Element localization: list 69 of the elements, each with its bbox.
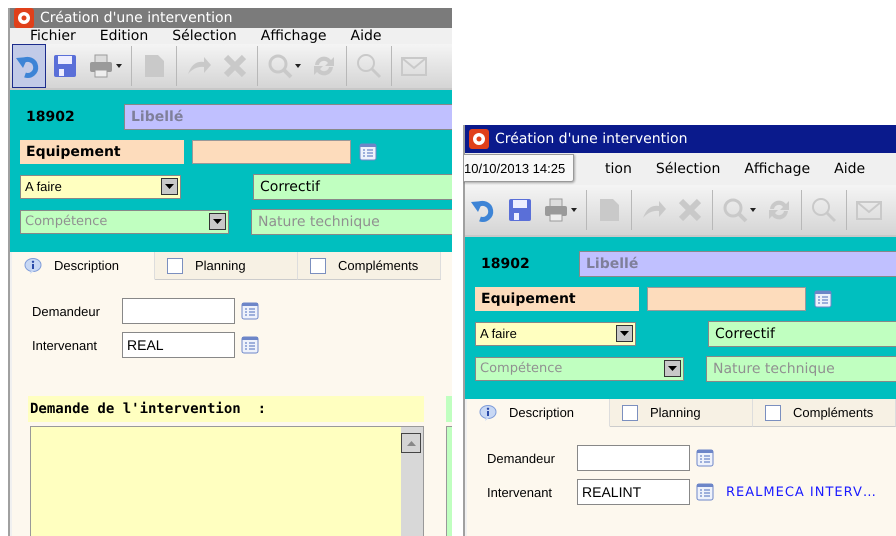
tab[interactable]: Planning: [610, 399, 753, 427]
tab[interactable]: Compléments: [753, 399, 896, 427]
menu-item[interactable]: Sélection: [644, 161, 732, 177]
field-label: Demandeur: [32, 304, 101, 318]
checkbox[interactable]: [765, 404, 781, 420]
requester-field[interactable]: [122, 298, 235, 324]
dropdown-arrow-icon: [165, 184, 174, 190]
record-number: 18902: [25, 108, 76, 124]
checkbox[interactable]: [622, 404, 638, 420]
status-dropdown[interactable]: A faire: [20, 174, 181, 198]
printer-icon: [542, 196, 570, 224]
search-icon: [810, 196, 838, 224]
caret-icon: [115, 62, 123, 70]
undo-button[interactable]: [12, 44, 46, 88]
window-title: Création d'une intervention: [495, 131, 688, 147]
type-field[interactable]: Correctif: [253, 174, 452, 200]
list-icon: [359, 142, 377, 160]
printer-icon: [87, 52, 115, 80]
menu-item[interactable]: Affichage: [732, 161, 822, 177]
caret-icon: [570, 206, 578, 214]
caret-icon: [749, 206, 757, 214]
scrollbar[interactable]: [401, 427, 423, 536]
info-icon: [479, 404, 497, 420]
info-icon: [24, 258, 42, 274]
list-icon: [814, 290, 832, 308]
equipment-label: Equipement: [475, 286, 639, 310]
technician-field[interactable]: REALINT: [577, 479, 690, 505]
list-icon: [696, 483, 714, 501]
magnifier-icon: [266, 52, 294, 80]
magnifier-icon: [721, 196, 749, 224]
search-icon: [355, 52, 383, 80]
type-field[interactable]: Correctif: [708, 320, 896, 346]
equipment-label: Equipement: [20, 140, 184, 164]
app-logo-icon: [469, 129, 489, 149]
menu-item[interactable]: Edition: [88, 28, 160, 44]
dropdown-arrow-icon: [620, 330, 629, 336]
record-number: 18902: [480, 256, 531, 272]
equipment-field[interactable]: [647, 286, 806, 310]
menu-item[interactable]: Fichier: [18, 28, 88, 44]
requester-field[interactable]: [577, 445, 690, 471]
list-icon: [241, 302, 259, 320]
app-logo-icon: [14, 8, 34, 28]
field-label: Intervenant: [32, 338, 98, 352]
menu-item[interactable]: Sélection: [160, 28, 249, 44]
checkbox[interactable]: [167, 258, 183, 274]
scroll-up-arrow-icon: [406, 440, 416, 446]
checkbox[interactable]: [310, 258, 326, 274]
tooltip: 10/10/2013 14:25: [463, 154, 574, 182]
list-icon: [241, 336, 259, 354]
section-heading: Demande de l'intervention :: [28, 396, 424, 422]
caret-icon: [294, 62, 302, 70]
menu-item[interactable]: Affichage: [248, 28, 339, 44]
tab[interactable]: Compléments: [298, 252, 441, 280]
delete-icon: [221, 52, 249, 80]
status-dropdown[interactable]: A faire: [475, 322, 636, 346]
technician-name: REALMECA INTERV…: [726, 484, 877, 500]
field-label: Demandeur: [487, 450, 556, 466]
menu-item[interactable]: tion: [593, 161, 644, 177]
menu-item[interactable]: Aide: [822, 161, 878, 177]
delete-icon: [676, 196, 704, 224]
window-title: Création d'une intervention: [40, 10, 232, 26]
tab[interactable]: Planning: [155, 252, 298, 280]
dropdown-arrow-icon: [213, 218, 222, 224]
list-icon: [696, 449, 714, 467]
technician-field[interactable]: REAL: [122, 332, 235, 358]
equipment-field[interactable]: [192, 140, 351, 164]
menu-item[interactable]: Aide: [338, 28, 394, 44]
dropdown-arrow-icon: [668, 366, 677, 372]
field-label: Intervenant: [487, 484, 554, 500]
